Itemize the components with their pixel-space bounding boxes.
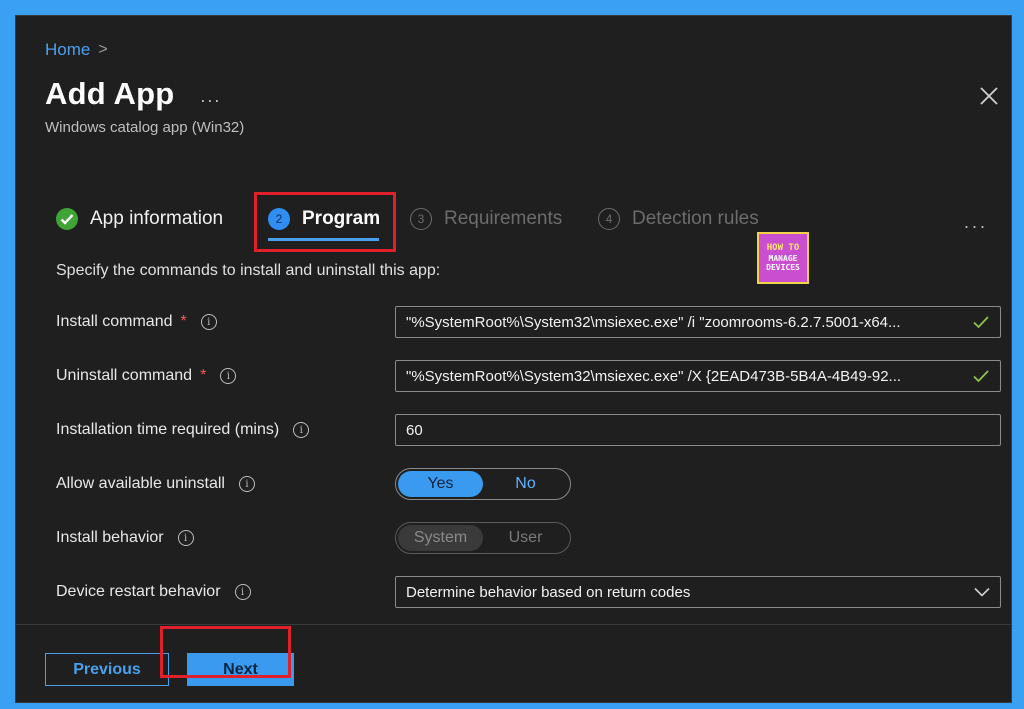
step-number: 3: [410, 208, 432, 230]
allow-uninstall-label: Allow available uninstall: [56, 475, 225, 492]
info-icon[interactable]: i: [238, 476, 255, 492]
valid-check-icon: [973, 316, 989, 329]
page-title: Add App: [45, 76, 175, 111]
info-icon[interactable]: i: [234, 584, 251, 600]
how-to-manage-devices-logo: HOW TO MANAGE DEVICES: [757, 232, 809, 284]
breadcrumb: Home >: [45, 40, 108, 60]
install-time-row: Installation time required (mins) i 60: [56, 413, 1002, 447]
allow-uninstall-toggle[interactable]: Yes No: [395, 468, 571, 500]
valid-check-icon: [973, 370, 989, 383]
chevron-down-icon: [974, 587, 990, 597]
step-number: 4: [598, 208, 620, 230]
steps-more-icon[interactable]: ...: [964, 212, 988, 233]
breadcrumb-home-link[interactable]: Home: [45, 40, 90, 60]
step-detection-rules[interactable]: 4 Detection rules: [598, 201, 759, 237]
install-time-input[interactable]: 60: [395, 414, 1001, 446]
add-app-panel: Home > Add App ... Windows catalog app (…: [15, 15, 1012, 703]
chevron-right-icon: >: [98, 41, 108, 58]
restart-behavior-label: Device restart behavior: [56, 583, 221, 600]
install-command-row: Install command * i "%SystemRoot%\System…: [56, 305, 1002, 339]
toggle-option-user: User: [508, 529, 543, 546]
restart-behavior-row: Device restart behavior i Determine beha…: [56, 575, 1002, 609]
program-description: Specify the commands to install and unin…: [56, 262, 441, 279]
install-command-label: Install command: [56, 313, 173, 330]
next-button-highlight-box: [160, 626, 291, 678]
step-label: App information: [90, 208, 224, 229]
uninstall-command-row: Uninstall command * i "%SystemRoot%\Syst…: [56, 359, 1002, 393]
toggle-option-system: System: [398, 525, 483, 551]
close-icon[interactable]: [977, 84, 1001, 108]
allow-uninstall-row: Allow available uninstall i Yes No: [56, 467, 1002, 501]
title-row: Add App ...: [45, 76, 221, 112]
info-icon[interactable]: i: [177, 530, 194, 546]
install-time-label: Installation time required (mins): [56, 421, 280, 438]
info-icon[interactable]: i: [220, 368, 237, 384]
footer-divider: [16, 624, 1011, 625]
previous-button[interactable]: Previous: [45, 653, 169, 686]
page-subtitle: Windows catalog app (Win32): [45, 119, 245, 136]
install-command-input[interactable]: "%SystemRoot%\System32\msiexec.exe" /i "…: [395, 306, 1001, 338]
step-label: Requirements: [444, 208, 563, 229]
more-options-icon[interactable]: ...: [200, 86, 221, 107]
step-app-information[interactable]: App information: [56, 201, 223, 237]
toggle-option-no[interactable]: No: [483, 471, 568, 497]
restart-behavior-select[interactable]: Determine behavior based on return codes: [395, 576, 1001, 608]
checkmark-icon: [56, 208, 78, 230]
uninstall-command-label: Uninstall command: [56, 367, 193, 384]
uninstall-command-input[interactable]: "%SystemRoot%\System32\msiexec.exe" /X {…: [395, 360, 1001, 392]
required-indicator: *: [180, 313, 187, 330]
required-indicator: *: [200, 367, 207, 384]
install-behavior-label: Install behavior: [56, 529, 164, 546]
install-behavior-toggle: System User: [395, 522, 571, 554]
program-step-highlight-box: [254, 192, 396, 252]
wizard-steps: App information 2 Program 3 Requirements…: [56, 201, 996, 241]
step-requirements[interactable]: 3 Requirements: [410, 201, 562, 237]
info-icon[interactable]: i: [293, 422, 310, 438]
install-behavior-row: Install behavior i System User: [56, 521, 1002, 555]
toggle-option-yes[interactable]: Yes: [398, 471, 483, 497]
info-icon[interactable]: i: [200, 314, 217, 330]
step-label: Detection rules: [632, 208, 759, 229]
